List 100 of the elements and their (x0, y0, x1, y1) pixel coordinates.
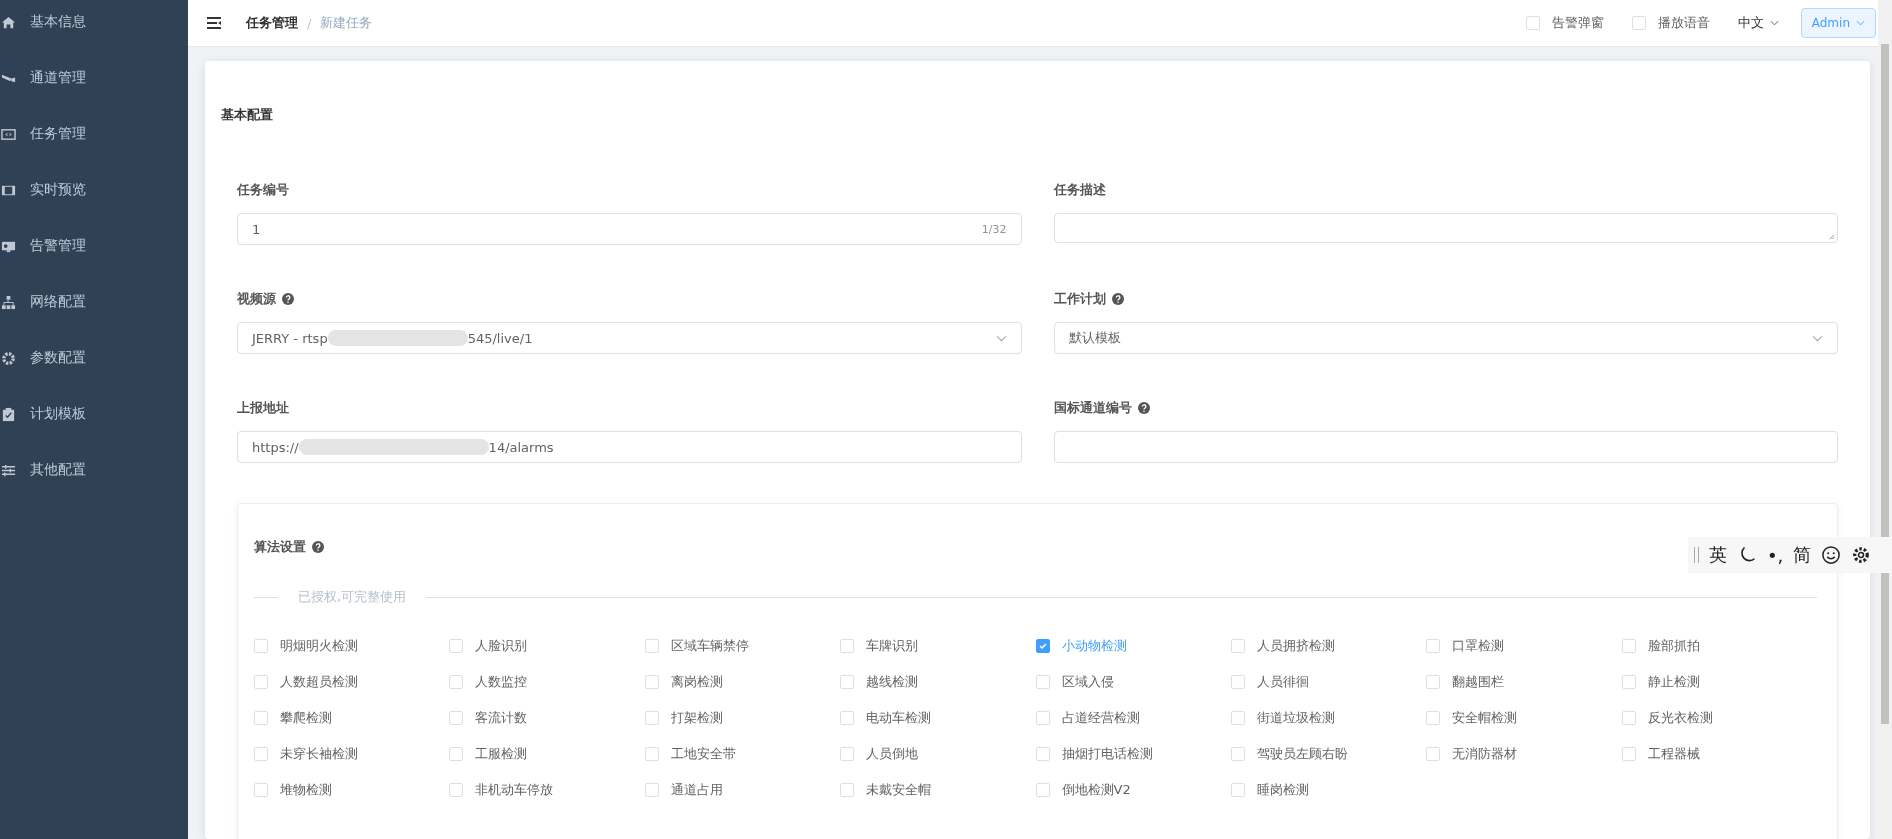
checkbox-label: 工服检测 (475, 745, 528, 763)
input-field[interactable] (1053, 431, 1838, 463)
algorithm-checkbox[interactable]: 占道经营检测 (1035, 710, 1231, 726)
sidebar-item[interactable]: 通道管理 (0, 50, 188, 106)
ime-mode-toggle[interactable]: 英 (1709, 543, 1727, 567)
checkbox-label: 工地安全带 (670, 745, 736, 763)
algorithm-checkbox[interactable]: 区域车辆禁停 (644, 638, 841, 654)
settings-icon[interactable] (1851, 545, 1872, 565)
menu-icon[interactable] (206, 16, 222, 30)
algorithm-checkbox[interactable]: 客流计数 (449, 710, 645, 726)
help-icon[interactable] (312, 541, 324, 553)
script-toggle[interactable]: 简 (1793, 543, 1812, 567)
algorithm-checkbox[interactable]: 区域入侵 (1035, 674, 1231, 690)
check-icon (1037, 641, 1048, 651)
algorithm-checkbox[interactable]: 堆物检测 (254, 782, 450, 798)
algorithm-checkbox[interactable]: 非机动车停放 (449, 782, 645, 798)
checkbox-label: 倒地检测V2 (1061, 781, 1131, 799)
algorithm-checkbox[interactable]: 口罩检测 (1426, 638, 1622, 654)
sidebar-item[interactable]: 告警管理 (0, 218, 188, 274)
checkbox-label: 安全帽检测 (1452, 709, 1518, 727)
chevron-down-icon (995, 334, 1007, 342)
input-field[interactable]: 1 1/32 (237, 213, 1022, 245)
algorithm-checkbox[interactable]: 无消防器材 (1426, 746, 1622, 762)
algorithm-checkbox[interactable]: 人数超员检测 (254, 674, 450, 690)
field-label: 任务编号 (237, 181, 290, 199)
field-label: 国标通道编号 (1053, 399, 1132, 417)
algorithm-checkbox[interactable]: 街道垃圾检测 (1230, 710, 1427, 726)
algorithm-checkbox[interactable]: 安全帽检测 (1426, 710, 1622, 726)
checkbox-label: 翻越围栏 (1452, 673, 1505, 691)
help-icon[interactable] (1137, 402, 1150, 414)
algorithm-checkbox[interactable]: 工服检测 (449, 746, 645, 762)
algorithm-checkbox[interactable]: 静止检测 (1621, 674, 1817, 690)
algorithm-checkbox[interactable]: 反光衣检测 (1621, 710, 1817, 726)
algorithm-checkbox[interactable]: 未戴安全帽 (840, 782, 1036, 798)
checkbox-label: 区域入侵 (1061, 673, 1114, 691)
textarea-field[interactable] (1053, 213, 1838, 243)
checkbox-label: 人数超员检测 (280, 673, 358, 691)
checkbox-label: 抽烟打电话检测 (1061, 745, 1153, 763)
algorithm-checkbox[interactable]: 工程器械 (1621, 746, 1817, 762)
language-dropdown[interactable]: 中文 (1737, 14, 1779, 32)
algorithm-checkbox[interactable]: 车牌识别 (840, 638, 1036, 654)
sidebar-item[interactable]: 其他配置 (0, 442, 188, 498)
checkbox-label: 明烟明火检测 (280, 637, 358, 655)
algorithm-checkbox[interactable]: 翻越围栏 (1426, 674, 1622, 690)
algorithm-checkbox[interactable]: 离岗检测 (644, 674, 841, 690)
breadcrumb-link[interactable]: 任务管理 (246, 14, 298, 32)
algorithm-checkbox[interactable]: 驾驶员左顾右盼 (1230, 746, 1427, 762)
smiley-icon[interactable] (1821, 545, 1842, 565)
algorithm-checkbox[interactable]: 人员拥挤检测 (1230, 638, 1427, 654)
checkbox-label: 电动车检测 (866, 709, 932, 727)
algorithm-checkbox[interactable]: 人员倒地 (840, 746, 1036, 762)
sidebar-item[interactable]: 参数配置 (0, 330, 188, 386)
algorithm-checkbox[interactable]: 明烟明火检测 (254, 638, 450, 654)
help-icon[interactable] (1111, 293, 1124, 305)
algorithm-checkbox[interactable]: 工地安全带 (644, 746, 841, 762)
sidebar-item[interactable]: 任务管理 (0, 106, 188, 162)
checkbox-label: 无消防器材 (1452, 745, 1518, 763)
checkbox-label: 未戴安全帽 (866, 781, 932, 799)
checkbox[interactable] (1035, 639, 1050, 653)
field-label: 上报地址 (237, 399, 290, 417)
chevron-down-icon (1812, 334, 1823, 342)
code-window-icon (1, 126, 16, 142)
algorithm-checkbox[interactable]: 脸部抓拍 (1621, 638, 1817, 654)
header-checkbox[interactable]: 告警弹窗 (1525, 14, 1604, 32)
algorithm-checkbox[interactable]: 越线检测 (840, 674, 1036, 690)
select-field[interactable]: 默认模板 (1053, 322, 1838, 354)
help-icon[interactable] (282, 293, 294, 305)
checkbox-label: 车牌识别 (866, 637, 919, 655)
algorithm-checkbox[interactable]: 人数监控 (449, 674, 645, 690)
algorithm-checkbox[interactable]: 睡岗检测 (1230, 782, 1427, 798)
sidebar-item[interactable]: 实时预览 (0, 162, 188, 218)
algorithm-checkbox[interactable]: 人员徘徊 (1230, 674, 1427, 690)
algorithm-checkbox[interactable]: 电动车检测 (840, 710, 1036, 726)
sidebar-item[interactable]: 网络配置 (0, 274, 188, 330)
resize-handle-icon[interactable] (1828, 233, 1835, 240)
checkbox-label: 口罩检测 (1452, 637, 1505, 655)
breadcrumb-separator: / (307, 15, 312, 31)
algorithm-checkbox[interactable]: 未穿长袖检测 (254, 746, 450, 762)
punctuation-toggle[interactable]: •, (1767, 544, 1784, 566)
input-field[interactable]: https:// 14/alarms (237, 431, 1022, 463)
breadcrumb-current: 新建任务 (320, 14, 373, 32)
scrollbar[interactable] (1878, 0, 1892, 839)
section-title: 算法设置 (254, 538, 306, 556)
algorithm-checkbox[interactable]: 打架检测 (644, 710, 841, 726)
checkbox-label: 播放语音 (1657, 14, 1710, 32)
sidebar-item[interactable]: 基本信息 (0, 0, 188, 50)
header-checkbox[interactable]: 播放语音 (1631, 14, 1710, 32)
checkbox-label: 客流计数 (475, 709, 528, 727)
select-field[interactable]: JERRY - rtsp 545/live/1 (237, 322, 1022, 354)
checkbox-label: 静止检测 (1647, 673, 1700, 691)
algorithm-checkbox[interactable]: 通道占用 (644, 782, 841, 798)
algorithm-checkbox[interactable]: 人脸识别 (449, 638, 645, 654)
chevron-down-icon (1769, 20, 1779, 26)
sliders-icon (1, 462, 16, 478)
sidebar-item[interactable]: 计划模板 (0, 386, 188, 442)
divider-label: 已授权,可完整使用 (297, 588, 408, 606)
checkbox-label: 街道垃圾检测 (1256, 709, 1335, 727)
algorithm-checkbox[interactable]: 倒地检测V2 (1035, 782, 1231, 798)
algorithm-checkbox[interactable]: 抽烟打电话检测 (1035, 746, 1231, 762)
algorithm-checkbox[interactable]: 攀爬检测 (254, 710, 450, 726)
